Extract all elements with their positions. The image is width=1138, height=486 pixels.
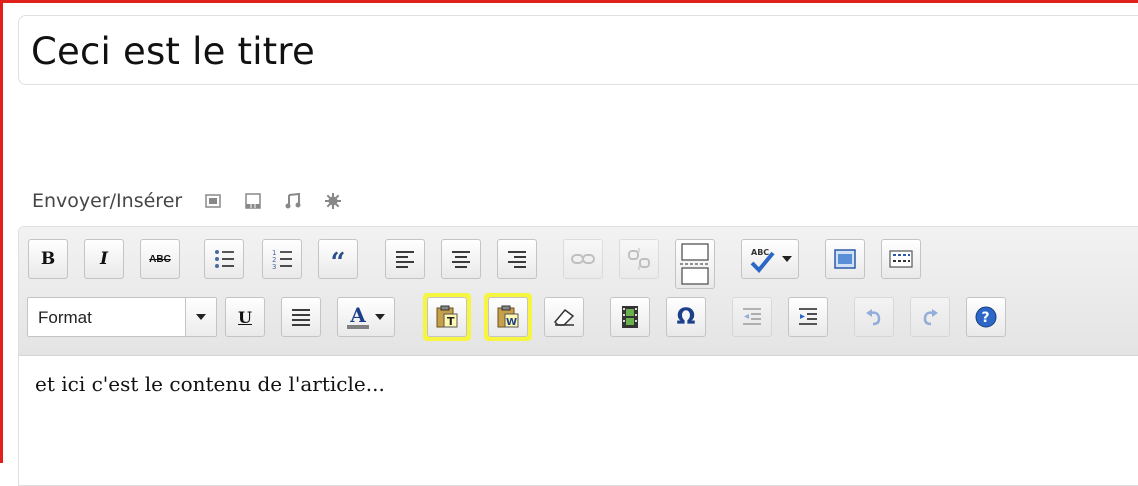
editor-toolbar: B I ABC 123 “ ABC Format U A T W Ω ? [19, 227, 1138, 356]
bold-button[interactable]: B [28, 239, 68, 279]
content-text: et ici c'est le contenu de l'article... [35, 372, 385, 396]
align-left-icon [396, 251, 414, 268]
title-text: Ceci est le titre [31, 30, 315, 73]
numbered-list-icon: 123 [272, 249, 292, 270]
chevron-down-icon [374, 314, 385, 320]
fullscreen-button[interactable] [825, 239, 865, 279]
page-break-icon [680, 243, 710, 285]
italic-button[interactable]: I [84, 239, 124, 279]
svg-text:?: ? [982, 310, 990, 326]
indent-icon [799, 308, 817, 325]
help-button[interactable]: ? [966, 297, 1006, 337]
underline-button[interactable]: U [225, 297, 265, 337]
paste-word-icon: W [497, 305, 519, 328]
unlink-icon [628, 248, 650, 270]
chevron-down-icon [782, 256, 792, 262]
remove-format-button[interactable] [544, 297, 584, 337]
fullscreen-icon [834, 249, 856, 269]
justify-icon [292, 309, 310, 326]
frame-top-border [0, 0, 1138, 3]
align-center-icon [452, 251, 470, 268]
editor-content[interactable]: et ici c'est le contenu de l'article... [19, 356, 1138, 396]
italic-label: I [100, 249, 108, 269]
format-dropdown-arrow[interactable] [185, 298, 216, 336]
align-center-button[interactable] [441, 239, 481, 279]
title-input[interactable]: Ceci est le titre [18, 15, 1138, 85]
strikethrough-label: ABC [149, 253, 171, 265]
blockquote-label: “ [330, 248, 346, 278]
numbered-list-button[interactable]: 123 [262, 239, 302, 279]
align-right-button[interactable] [497, 239, 537, 279]
upload-insert-bar: Envoyer/Insérer [32, 186, 342, 216]
link-button[interactable] [563, 239, 603, 279]
editor: B I ABC 123 “ ABC Format U A T W Ω ? et … [18, 226, 1138, 486]
omega-label: Ω [676, 304, 696, 330]
insert-media-button[interactable] [610, 297, 650, 337]
eraser-icon [553, 308, 575, 326]
outdent-button[interactable] [732, 297, 772, 337]
video-icon[interactable] [244, 192, 262, 210]
spellcheck-button[interactable]: ABC [741, 239, 799, 279]
undo-button[interactable] [854, 297, 894, 337]
svg-text:T: T [447, 315, 455, 328]
chevron-down-icon [196, 314, 206, 320]
insert-more-button[interactable] [675, 239, 715, 289]
redo-button[interactable] [910, 297, 950, 337]
text-color-button[interactable]: A [337, 297, 395, 337]
bold-label: B [40, 249, 56, 269]
film-icon [622, 306, 638, 328]
strikethrough-button[interactable]: ABC [140, 239, 180, 279]
unlink-button[interactable] [619, 239, 659, 279]
svg-text:W: W [506, 317, 517, 328]
bullet-list-button[interactable] [204, 239, 244, 279]
align-right-icon [508, 251, 526, 268]
svg-text:ABC: ABC [751, 248, 769, 257]
underline-label: U [238, 307, 252, 327]
help-icon: ? [975, 306, 997, 328]
media-icon[interactable] [324, 192, 342, 210]
align-left-button[interactable] [385, 239, 425, 279]
bullet-list-icon [215, 250, 234, 268]
paste-from-word-button[interactable]: W [488, 297, 528, 337]
spellcheck-icon: ABC [750, 248, 775, 273]
format-select[interactable]: Format [27, 297, 217, 337]
undo-icon [866, 309, 881, 326]
special-character-button[interactable]: Ω [666, 297, 706, 337]
link-icon [571, 254, 595, 264]
paste-as-text-button[interactable]: T [427, 297, 467, 337]
outdent-icon [743, 308, 761, 325]
justify-button[interactable] [281, 297, 321, 337]
blockquote-button[interactable]: “ [318, 239, 358, 279]
image-icon[interactable] [204, 192, 222, 210]
kitchen-sink-icon [889, 250, 913, 268]
upload-label: Envoyer/Insérer [32, 190, 183, 212]
kitchen-sink-button[interactable] [881, 239, 921, 279]
indent-button[interactable] [788, 297, 828, 337]
redo-icon [923, 309, 938, 326]
format-select-value: Format [38, 308, 92, 327]
svg-text:3: 3 [272, 263, 276, 270]
text-color-label: A [347, 305, 369, 329]
paste-text-icon: T [436, 305, 458, 328]
audio-icon[interactable] [284, 192, 302, 210]
